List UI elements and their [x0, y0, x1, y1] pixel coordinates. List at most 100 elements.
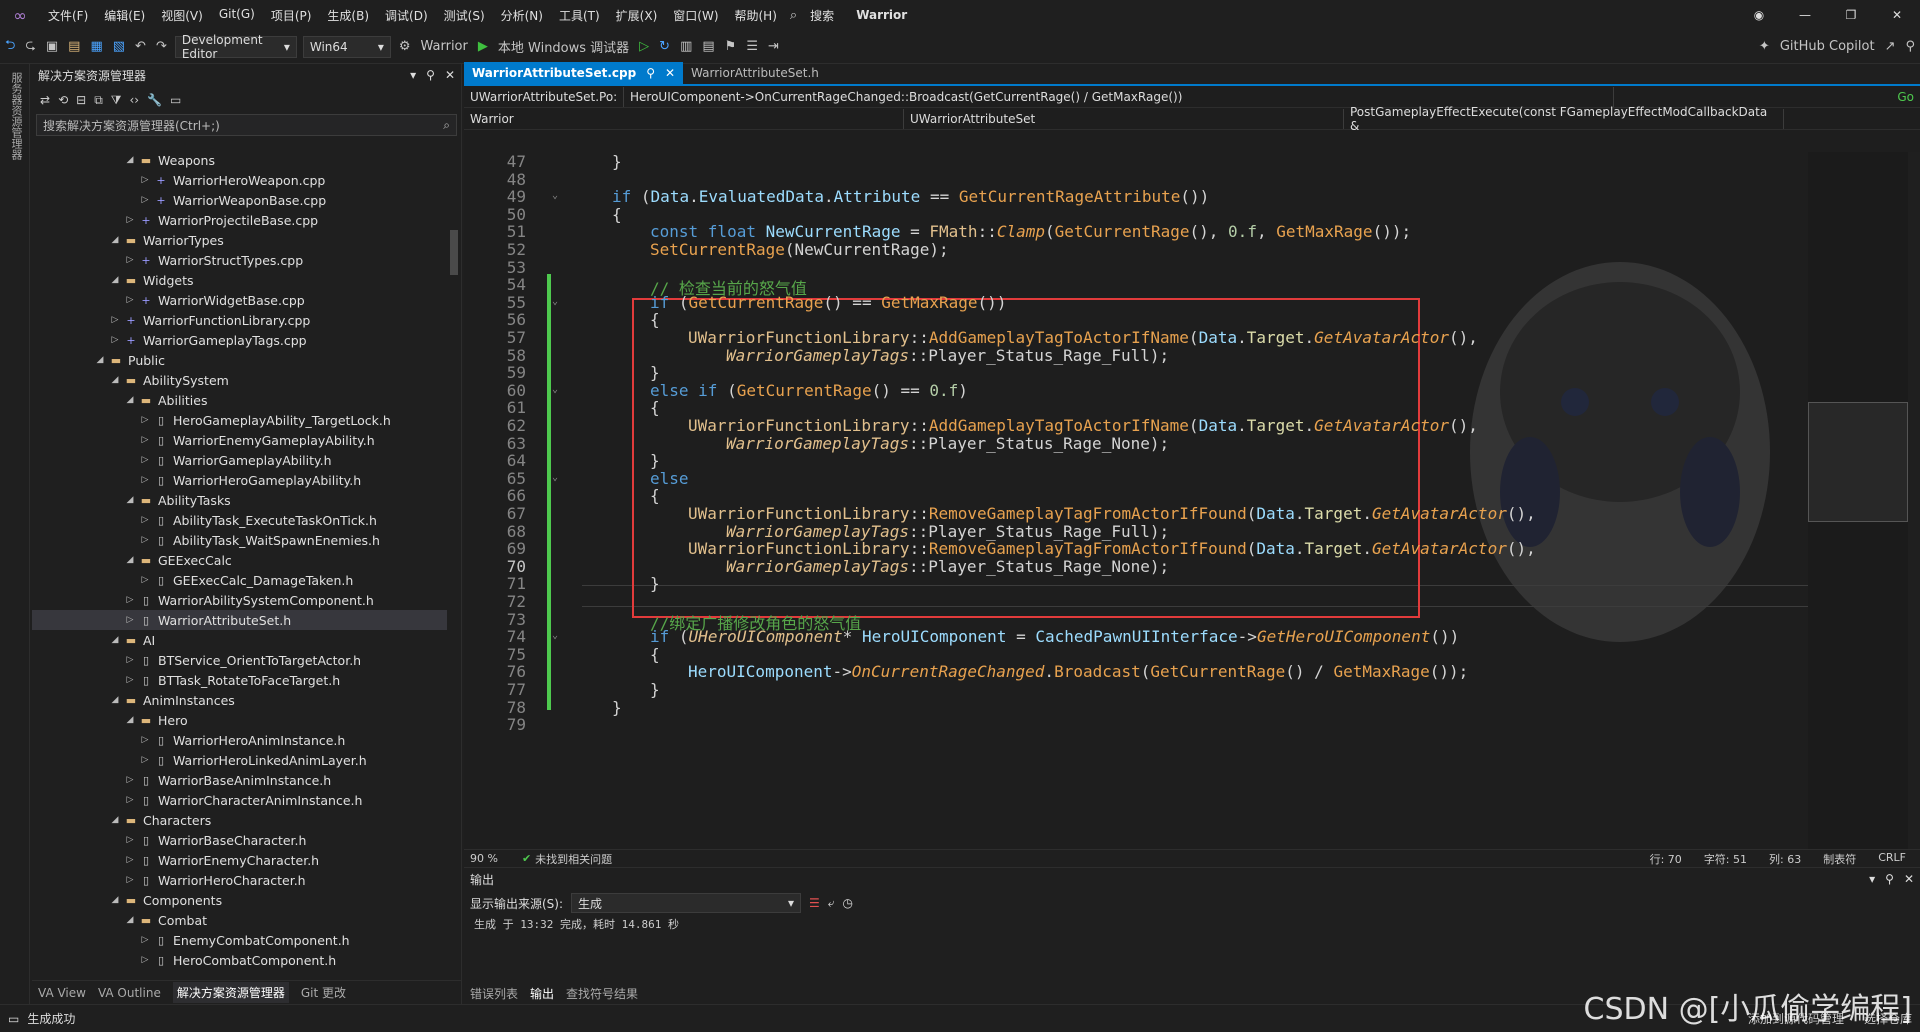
tree-item[interactable]: ◢ ▬ Abilities [32, 390, 447, 410]
code-line[interactable]: UWarriorFunctionLibrary::AddGameplayTagT… [688, 328, 1478, 347]
expand-down-icon[interactable]: ◢ [107, 275, 123, 285]
code-area[interactable]: 47} 48 49 ⌄ if (Data.EvaluatedData.Attribute… [464, 152, 1810, 849]
close-icon[interactable]: ✕ [665, 66, 675, 80]
tree-item[interactable]: ▷ ▯ WarriorHeroAnimInstance.h [32, 730, 447, 750]
chevron-down-icon[interactable]: ▾ [410, 68, 416, 82]
output-tab[interactable]: 查找符号结果 [566, 985, 638, 1002]
expand-right-icon[interactable]: ▷ [122, 615, 138, 625]
expand-right-icon[interactable]: ▷ [122, 675, 138, 685]
vertical-scrollbar[interactable] [1908, 152, 1920, 849]
refresh-icon[interactable]: ↻ [654, 39, 675, 54]
code-line[interactable]: const float NewCurrentRage = FMath::Clam… [650, 222, 1411, 241]
tree-scrollbar[interactable] [447, 150, 461, 974]
code-line[interactable]: WarriorGameplayTags::Player_Status_Rage_… [726, 434, 1169, 453]
menu-item[interactable]: 调试(D) [377, 7, 436, 24]
fold-icon[interactable]: ⌄ [552, 296, 558, 307]
open-file-icon[interactable]: ▤ [63, 39, 85, 54]
expand-right-icon[interactable]: ▷ [137, 935, 153, 945]
tree-item[interactable]: ▷ ▯ WarriorEnemyGameplayAbility.h [32, 430, 447, 450]
startup-project[interactable]: Warrior [416, 39, 473, 54]
document-tab[interactable]: WarriorAttributeSet.h [683, 62, 827, 84]
tree-item[interactable]: ▷ ▯ AbilityTask_WaitSpawnEnemies.h [32, 530, 447, 550]
bookmark-icon[interactable]: ⚑ [720, 39, 742, 54]
clock-icon[interactable]: ◷ [843, 896, 853, 910]
tree-item[interactable]: ▷ + WarriorFunctionLibrary.cpp [32, 310, 447, 330]
expand-right-icon[interactable]: ▷ [137, 435, 153, 445]
code-line[interactable]: SetCurrentRage(NewCurrentRage); [650, 240, 949, 259]
issues-status[interactable]: 未找到相关问题 [531, 851, 612, 867]
expand-right-icon[interactable]: ▷ [122, 595, 138, 605]
expand-right-icon[interactable]: ▷ [122, 655, 138, 665]
tree-item[interactable]: ◢ ▬ AbilitySystem [32, 370, 447, 390]
expand-right-icon[interactable]: ▷ [137, 515, 153, 525]
menu-item[interactable]: 分析(N) [493, 7, 551, 24]
expand-down-icon[interactable]: ◢ [107, 235, 123, 245]
filter-icon[interactable]: ⧩ [111, 93, 122, 108]
expand-right-icon[interactable]: ▷ [137, 535, 153, 545]
expand-right-icon[interactable]: ▷ [137, 175, 153, 185]
panel-tab[interactable]: Git 更改 [301, 984, 346, 1001]
back-icon[interactable]: ⮌ [0, 36, 20, 58]
new-project-icon[interactable]: ▣ [41, 39, 63, 54]
expand-down-icon[interactable]: ◢ [122, 395, 138, 405]
document-tab[interactable]: WarriorAttributeSet.cpp ⚲ ✕ [464, 62, 684, 84]
tabs-indicator[interactable]: 制表符 [1823, 851, 1856, 867]
output-tab[interactable]: 错误列表 [470, 985, 518, 1002]
code-line[interactable]: WarriorGameplayTags::Player_Status_Rage_… [726, 522, 1169, 541]
start-debugger-button[interactable]: 本地 Windows 调试器 [493, 37, 634, 56]
tree-item[interactable]: ◢ ▬ AnimInstances [32, 690, 447, 710]
code-line[interactable]: else if (GetCurrentRage() == 0.f) [650, 381, 968, 400]
expand-right-icon[interactable]: ▷ [122, 795, 138, 805]
code-line[interactable]: { [612, 205, 622, 224]
minimap[interactable] [1808, 152, 1908, 849]
scope-select[interactable]: UWarriorAttributeSet.Po: [464, 86, 624, 107]
tree-item[interactable]: ▷ ▯ WarriorAttributeSet.h [32, 610, 447, 630]
code-line[interactable]: { [650, 486, 660, 505]
code-line[interactable]: } [612, 152, 622, 171]
configuration-select[interactable]: Development Editor ▾ [174, 33, 297, 61]
expand-right-icon[interactable]: ▷ [137, 575, 153, 585]
expand-right-icon[interactable]: ▷ [122, 215, 138, 225]
tree-item[interactable]: ▷ ▯ WarriorGameplayAbility.h [32, 450, 447, 470]
copilot-button[interactable]: GitHub Copilot [1775, 39, 1880, 54]
tree-item[interactable]: ▷ ▯ EnemyCombatComponent.h [32, 930, 447, 950]
expand-down-icon[interactable]: ◢ [122, 915, 138, 925]
search-icon[interactable]: ⌕ [443, 118, 450, 133]
collapse-all-icon[interactable]: ⊟ [76, 93, 86, 107]
expand-right-icon[interactable]: ▷ [137, 755, 153, 765]
code-line[interactable]: if (Data.EvaluatedData.Attribute == GetC… [612, 187, 1209, 206]
expand-down-icon[interactable]: ◢ [107, 375, 123, 385]
tree-item[interactable]: ◢ ▬ Components [32, 890, 447, 910]
code-line[interactable]: UWarriorFunctionLibrary::AddGameplayTagT… [688, 416, 1478, 435]
expand-down-icon[interactable]: ◢ [107, 815, 123, 825]
menu-item[interactable]: 文件(F) [40, 7, 96, 24]
word-wrap-icon[interactable]: ⤶ [828, 896, 835, 911]
tree-item[interactable]: ▷ ▯ WarriorHeroGameplayAbility.h [32, 470, 447, 490]
code-line[interactable]: UWarriorFunctionLibrary::RemoveGameplayT… [688, 539, 1536, 558]
forward-icon[interactable]: ⮎ [20, 36, 40, 58]
tree-item[interactable]: ▷ + WarriorHeroWeapon.cpp [32, 170, 447, 190]
tree-item[interactable]: ◢ ▬ Widgets [32, 270, 447, 290]
tree-item[interactable]: ◢ ▬ Characters [32, 810, 447, 830]
code-line[interactable]: { [650, 398, 660, 417]
search-menu[interactable]: 搜索 [802, 7, 842, 24]
expand-right-icon[interactable]: ▷ [137, 415, 153, 425]
expand-down-icon[interactable]: ◢ [122, 555, 138, 565]
comment-icon[interactable]: ☰ [741, 39, 763, 54]
sync-icon[interactable]: ⇄ [40, 93, 50, 107]
tree-item[interactable]: ▷ ▯ BTTask_RotateToFaceTarget.h [32, 670, 447, 690]
save-icon[interactable]: ▦ [85, 39, 107, 54]
copy-icon[interactable]: ⧉ [94, 93, 103, 108]
expand-right-icon[interactable]: ▷ [137, 955, 153, 965]
expand-right-icon[interactable]: ▷ [122, 875, 138, 885]
menu-item[interactable]: 项目(P) [263, 7, 320, 24]
tree-item[interactable]: ▷ ▯ GEExecCalc_DamageTaken.h [32, 570, 447, 590]
code-line[interactable]: HeroUIComponent->OnCurrentRageChanged.Br… [688, 662, 1468, 681]
code-line[interactable]: if (UHeroUIComponent* HeroUIComponent = … [650, 627, 1459, 646]
pin-icon[interactable]: ⚲ [426, 68, 435, 82]
avatar[interactable]: ◉ [1736, 8, 1782, 22]
code-line[interactable]: } [650, 680, 660, 699]
tree-item[interactable]: ◢ ▬ Hero [32, 710, 447, 730]
expand-right-icon[interactable]: ▷ [137, 195, 153, 205]
menu-item[interactable]: Git(G) [211, 7, 263, 24]
